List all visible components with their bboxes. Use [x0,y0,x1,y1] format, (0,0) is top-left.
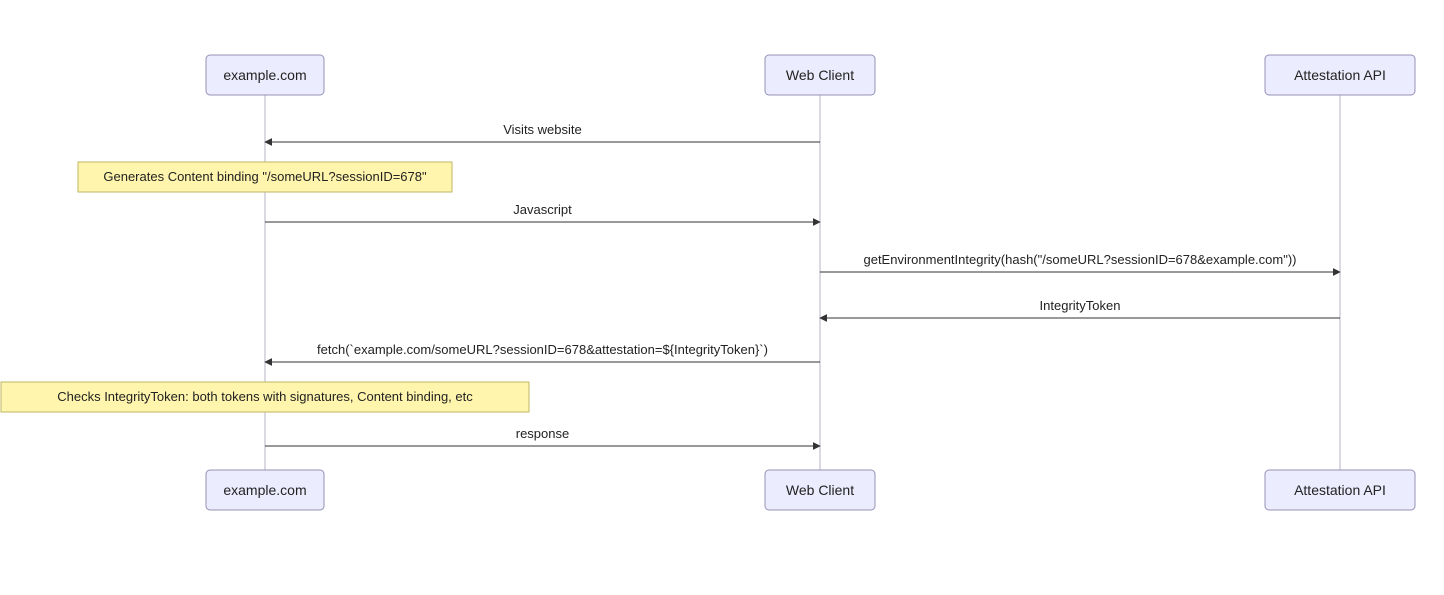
message-label: getEnvironmentIntegrity(hash("/someURL?s… [863,252,1296,267]
participant-label-client: Web Client [786,482,854,498]
message-label: response [516,426,569,441]
sequence-diagram: example.com Web Client Attestation API exam… [0,0,1444,595]
participant-label-attest: Attestation API [1294,67,1386,83]
participant-label-attest: Attestation API [1294,482,1386,498]
participant-label-example: example.com [223,482,306,498]
message-label: Javascript [513,202,572,217]
message-label: fetch(`example.com/someURL?sessionID=678… [317,342,768,357]
note-label: Generates Content binding "/someURL?sess… [103,169,427,184]
participant-label-client: Web Client [786,67,854,83]
message-label: Visits website [503,122,582,137]
participant-label-example: example.com [223,67,306,83]
message-label: IntegrityToken [1040,298,1121,313]
note-label: Checks IntegrityToken: both tokens with … [57,389,473,404]
